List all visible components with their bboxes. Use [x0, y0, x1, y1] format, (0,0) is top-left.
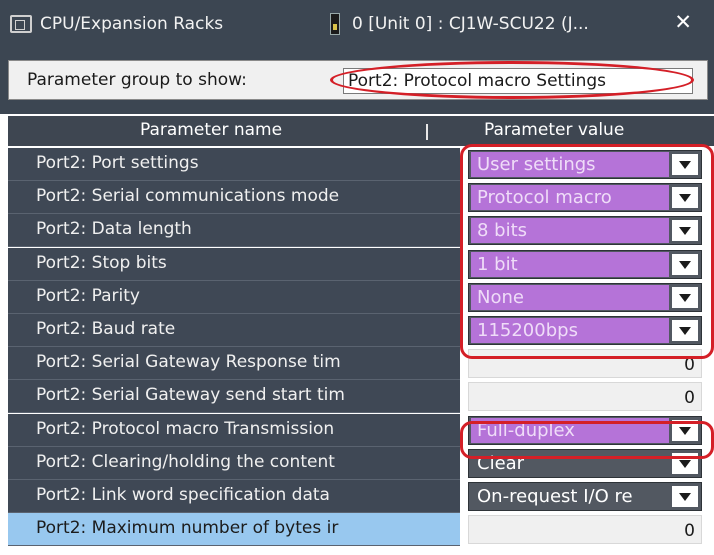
parameter-value-dropdown[interactable]: None — [468, 282, 702, 312]
parameter-name: Port2: Protocol macro Transmission — [8, 413, 460, 447]
dropdown-arrow-icon[interactable] — [672, 486, 698, 507]
dropdown-arrow-icon[interactable] — [672, 220, 698, 242]
table-row[interactable]: Port2: Maximum number of bytes ir 0 — [8, 513, 714, 547]
tab-label: CPU/Expansion Racks — [40, 14, 224, 34]
close-icon[interactable]: ✕ — [674, 10, 692, 34]
table-row[interactable]: Port2: Protocol macro Transmission Full-d… — [8, 413, 714, 447]
column-header-value[interactable]: Parameter value — [484, 120, 624, 140]
parameter-name: Port2: Clearing/holding the content — [8, 446, 460, 480]
dropdown-arrow-icon[interactable] — [672, 187, 698, 209]
parameter-name: Port2: Serial Gateway Response tim — [8, 347, 460, 381]
column-header-name[interactable]: Parameter name — [140, 120, 282, 140]
parameter-value-text: Protocol macro — [471, 185, 669, 211]
tab-unit-0-settings[interactable]: 0 [Unit 0] : CJ1W-SCU22 (J... ✕ — [324, 8, 714, 40]
parameter-value-input[interactable]: 0 — [468, 349, 702, 379]
parameter-value-text: None — [471, 284, 669, 310]
parameter-value-text: Clear — [477, 452, 525, 474]
table-row[interactable]: Port2: Data length 8 bits — [8, 214, 714, 248]
table-row[interactable]: Port2: Port settings User settings — [8, 148, 714, 181]
parameter-value-text: Full-duplex — [471, 417, 669, 443]
parameter-name: Port2: Link word specification data — [8, 480, 460, 513]
parameter-name: Port2: Port settings — [8, 148, 460, 181]
parameter-value-text: 0 — [684, 521, 695, 542]
table-row[interactable]: Port2: Stop bits 1 bit — [8, 247, 714, 281]
parameter-value-text: 0 — [684, 388, 695, 409]
parameter-value-text: 115200bps — [471, 318, 669, 343]
parameter-name: Port2: Data length — [8, 214, 460, 248]
dropdown-arrow-icon[interactable] — [672, 419, 698, 441]
table-row[interactable]: Port2: Serial Gateway Response tim 0 — [8, 347, 714, 381]
parameter-name: Port2: Serial communications mode — [8, 181, 460, 215]
parameter-value-dropdown[interactable]: Full-duplex — [468, 415, 702, 445]
dropdown-arrow-icon[interactable] — [672, 253, 698, 275]
parameter-group-box: Parameter group to show: Port2: Protocol… — [8, 60, 708, 100]
unit-module-icon — [330, 13, 340, 35]
parameter-name: Port2: Serial Gateway send start tim — [8, 380, 460, 414]
parameter-value-dropdown[interactable]: 115200bps — [468, 316, 702, 345]
parameter-group-label: Parameter group to show: — [27, 70, 247, 90]
parameter-group-toolbar: Parameter group to show: Port2: Protocol… — [0, 44, 714, 114]
dropdown-arrow-icon[interactable] — [672, 286, 698, 308]
dropdown-arrow-icon[interactable] — [672, 154, 698, 175]
parameter-group-select[interactable]: Port2: Protocol macro Settings — [343, 68, 693, 94]
parameter-value-text: User settings — [471, 152, 669, 177]
parameter-table: Parameter name Parameter value Port2: Po… — [8, 116, 714, 555]
table-row[interactable]: Port2: Link word specification data On-re… — [8, 480, 714, 513]
parameter-value-dropdown[interactable]: User settings — [468, 150, 702, 179]
parameter-value-input[interactable]: 0 — [468, 382, 702, 412]
parameter-value-text: On-request I/O re — [477, 486, 633, 507]
parameter-value-text: 0 — [684, 355, 695, 376]
parameter-value-dropdown[interactable]: 1 bit — [468, 249, 702, 279]
tab-cpu-expansion-racks[interactable]: CPU/Expansion Racks — [10, 8, 316, 40]
document-tab-bar: CPU/Expansion Racks 0 [Unit 0] : CJ1W-SC… — [0, 0, 714, 44]
parameter-name: Port2: Stop bits — [8, 247, 460, 281]
rack-icon — [10, 15, 32, 33]
parameter-value-dropdown[interactable]: Protocol macro — [468, 183, 702, 213]
parameter-name: Port2: Baud rate — [8, 314, 460, 347]
table-row[interactable]: Port2: Parity None — [8, 280, 714, 314]
parameter-name: Port2: Parity — [8, 280, 460, 314]
table-row[interactable]: Port2: Serial communications mode Protoco… — [8, 181, 714, 215]
parameter-value-text: 8 bits — [471, 218, 669, 244]
parameter-value-dropdown[interactable]: Clear — [468, 448, 702, 478]
parameter-value-dropdown[interactable]: 8 bits — [468, 216, 702, 246]
parameter-value-input[interactable]: 0 — [468, 515, 702, 545]
table-row[interactable]: Port2: Clearing/holding the content Clear — [8, 446, 714, 480]
table-row[interactable]: Port2: Serial Gateway send start tim 0 — [8, 380, 714, 414]
tab-label: 0 [Unit 0] : CJ1W-SCU22 (J... — [352, 14, 589, 34]
table-row[interactable]: Port2: Baud rate 115200bps — [8, 314, 714, 347]
parameter-value-text: 1 bit — [471, 251, 669, 277]
column-divider[interactable] — [426, 124, 428, 140]
table-header: Parameter name Parameter value — [8, 116, 714, 146]
dropdown-arrow-icon[interactable] — [672, 452, 698, 474]
parameter-value-dropdown[interactable]: On-request I/O re — [468, 482, 702, 511]
dropdown-arrow-icon[interactable] — [672, 320, 698, 341]
parameter-name: Port2: Maximum number of bytes ir — [8, 513, 460, 547]
